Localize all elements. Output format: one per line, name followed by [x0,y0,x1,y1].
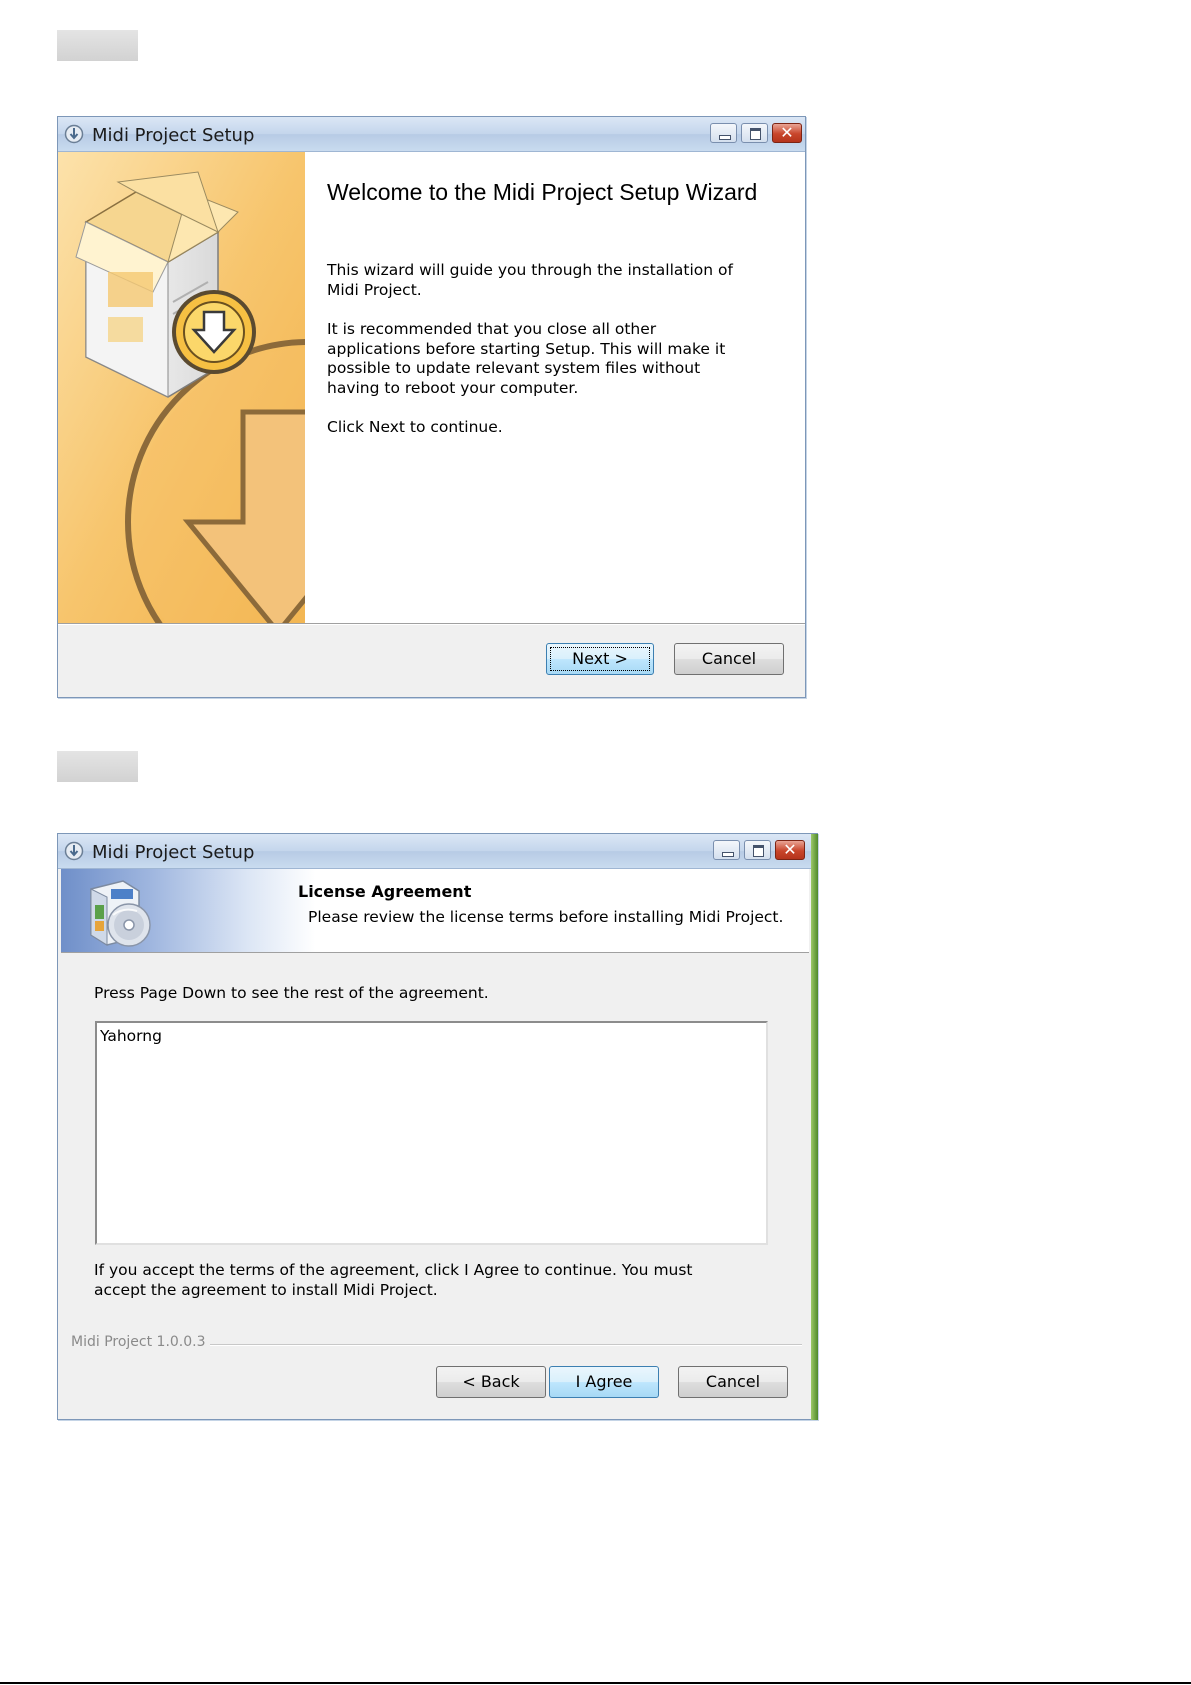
page-bottom-rule [0,1682,1191,1684]
cd-box-icon [90,880,151,947]
close-icon: ✕ [783,840,797,859]
window-title: Midi Project Setup [92,125,255,146]
agree-button-label: I Agree [575,1372,633,1391]
maximize-icon [750,128,761,140]
title-bar[interactable]: Midi Project Setup ✕ [58,834,817,869]
welcome-window: Midi Project Setup ✕ Welcome to the Midi… [57,116,806,698]
focus-indicator [550,647,650,671]
close-button[interactable]: ✕ [772,123,802,143]
setup-app-icon [64,124,84,144]
window-edge-accent [811,834,818,1420]
window-title: Midi Project Setup [92,842,255,863]
license-window: Midi Project Setup ✕ License Agreement P… [57,833,818,1420]
cancel-button[interactable]: Cancel [678,1366,788,1398]
intro-paragraph: This wizard will guide you through the i… [327,261,733,299]
cancel-button[interactable]: Cancel [674,643,784,675]
license-header: License Agreement Please review the lice… [61,869,809,953]
minimize-icon [719,135,731,140]
page-down-instruction: Press Page Down to see the rest of the a… [94,984,489,1002]
license-text-box[interactable]: Yahorng [95,1021,768,1245]
step-2-tab [57,751,138,782]
welcome-heading: Welcome to the Midi Project Setup Wizard [327,179,758,205]
step-1-tab [57,30,138,61]
agree-button[interactable]: I Agree [549,1366,659,1398]
maximize-button[interactable] [744,840,771,860]
maximize-icon [753,845,764,857]
cancel-button-label: Cancel [701,649,757,668]
license-text-content: Yahorng [100,1027,162,1045]
next-button[interactable]: Next > [546,643,654,675]
maximize-button[interactable] [741,123,768,143]
close-button[interactable]: ✕ [775,840,805,860]
license-header-title: License Agreement [298,882,472,901]
minimize-icon [722,852,734,857]
footer-separator [58,623,805,625]
continue-instruction: Click Next to continue. [327,418,503,436]
close-icon: ✕ [780,123,794,142]
title-bar[interactable]: Midi Project Setup ✕ [58,117,805,152]
back-button-label: < Back [462,1372,520,1391]
recommendation-paragraph: It is recommended that you close all oth… [327,320,726,397]
cancel-button-label: Cancel [705,1372,761,1391]
minimize-button[interactable] [713,840,740,860]
minimize-button[interactable] [710,123,737,143]
wizard-banner-image [58,152,305,623]
welcome-content-panel: Welcome to the Midi Project Setup Wizard… [305,152,805,623]
accept-terms-text: If you accept the terms of the agreement… [94,1261,693,1299]
back-button[interactable]: < Back [436,1366,546,1398]
setup-app-icon [64,841,84,861]
version-label: Midi Project 1.0.0.3 [71,1334,210,1350]
license-header-subtitle: Please review the license terms before i… [308,908,784,926]
